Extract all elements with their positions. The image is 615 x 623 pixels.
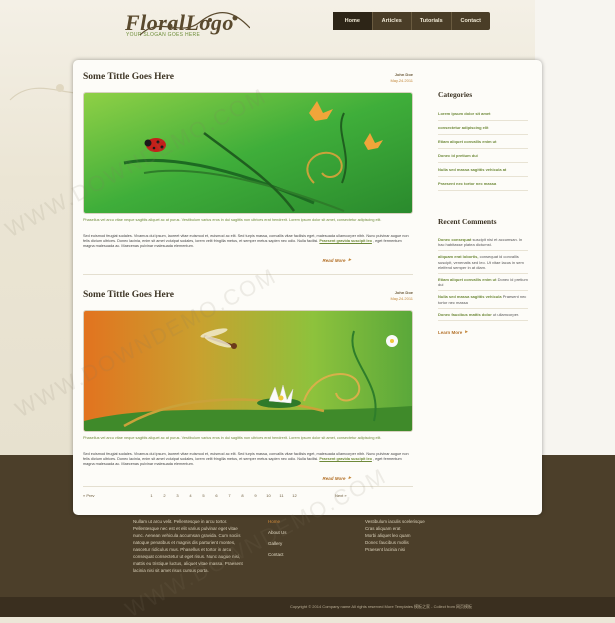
more-label: Learn More	[438, 329, 463, 335]
post-lede: Phasellus vel arcu vitae neque sagittis …	[83, 436, 382, 440]
comment-author[interactable]: Donec faucibus mattis dolor	[438, 312, 492, 317]
read-more-label: Read More	[322, 475, 346, 481]
page-link[interactable]: 3	[171, 493, 184, 498]
footer-about: Nullam ut arcu velit. Pellentesque in ar…	[133, 519, 243, 573]
category-link[interactable]: Lorem ipsum dolor sit amet	[438, 107, 528, 121]
page-link[interactable]: 1	[145, 493, 158, 498]
page-link[interactable]: 9	[249, 493, 262, 498]
copyright-text: Copyright © 2014 Company name All rights…	[290, 604, 473, 609]
page-link[interactable]: 6	[210, 493, 223, 498]
page-link[interactable]: 8	[236, 493, 249, 498]
post-body: Sed euismod feugiat sodales. Vivamus dui…	[83, 234, 411, 249]
post-meta: John Doe May.24.2011	[390, 72, 413, 84]
category-link[interactable]: consectetur adipiscing elit	[438, 121, 528, 135]
nav-home[interactable]: Home	[333, 12, 373, 30]
footer-nav: Home About Us Gallery Contact	[268, 518, 328, 562]
read-more-label: Read More	[322, 257, 346, 263]
pagination-prev[interactable]: « Prev	[83, 493, 95, 498]
comment-text: ut ullamcorper.	[492, 311, 520, 317]
more-comments-link[interactable]: Learn More ▸	[438, 329, 528, 335]
post-lede: Phasellus vel arcu vitae neque sagittis …	[83, 218, 382, 222]
page-link[interactable]: 7	[223, 493, 236, 498]
footer-links: Vestibulum iaculis scelerisque Cras aliq…	[365, 518, 455, 553]
footer-nav-contact[interactable]: Contact	[268, 551, 328, 558]
categories-list: Lorem ipsum dolor sit amet consectetur a…	[438, 107, 528, 191]
read-more-link[interactable]: Read More ▸	[322, 475, 351, 481]
arrow-right-icon: ▸	[348, 257, 351, 263]
footer-nav-about[interactable]: About Us	[268, 529, 328, 536]
page-link[interactable]: 12	[288, 493, 301, 498]
pagination-pages: 1 2 3 4 5 6 7 8 9 10 11 12	[145, 493, 301, 498]
page-link[interactable]: 10	[262, 493, 275, 498]
page-link[interactable]: 5	[197, 493, 210, 498]
pagination-next[interactable]: Next »	[335, 493, 347, 498]
post-body-link[interactable]: Praesent gravida suscipit leo	[319, 239, 372, 243]
category-link[interactable]: Nulla sed massa sagittis vehicula at	[438, 163, 528, 177]
post-body: Sed euismod feugiat sodales. Vivamus dui…	[83, 452, 411, 467]
page-background-right	[535, 0, 615, 455]
page-link[interactable]: 11	[275, 493, 288, 498]
recent-comments-heading: Recent Comments	[438, 217, 497, 226]
blog-post: Some Tittle Goes Here John Doe May.24.20…	[83, 290, 413, 490]
category-link[interactable]: Praesent nec tortor nec massa	[438, 177, 528, 191]
pagination: « Prev 1 2 3 4 5 6 7 8 9 10 11 12 Next »	[83, 493, 413, 503]
recent-comments-list: Donec consequat suscipit nisi et accumsa…	[438, 234, 528, 322]
page-link[interactable]: 4	[184, 493, 197, 498]
content-panel: Some Tittle Goes Here John Doe May.24.20…	[73, 60, 542, 515]
recent-comment: Donec faucibus mattis dolor ut ullamcorp…	[438, 309, 528, 322]
sidebar: Categories Lorem ipsum dolor sit amet co…	[438, 90, 528, 335]
page-link[interactable]: 2	[158, 493, 171, 498]
footer-link[interactable]: Donec faucibus mollis	[365, 539, 455, 546]
category-link[interactable]: Etiam aliquet convallis enim ut	[438, 135, 528, 149]
category-link[interactable]: Donec id pretium dui	[438, 149, 528, 163]
footer-link[interactable]: Praesent lacinia nisi	[365, 546, 455, 553]
categories-heading: Categories	[438, 90, 473, 99]
post-title[interactable]: Some Tittle Goes Here	[83, 290, 174, 300]
comment-author[interactable]: Etiam aliquet convallis enim ut	[438, 277, 496, 282]
footer-nav-home[interactable]: Home	[268, 518, 328, 525]
read-more-link[interactable]: Read More ▸	[322, 257, 351, 263]
recent-comment: Etiam aliquet convallis enim ut Donec id…	[438, 274, 528, 292]
post-image-dragonfly	[83, 310, 413, 432]
nav-contact[interactable]: Contact	[452, 12, 491, 30]
post-image-ladybug	[83, 92, 413, 214]
footer-link[interactable]: Vestibulum iaculis scelerisque	[365, 518, 455, 525]
recent-comment: Nulla sed massa sagittis vehicula Praese…	[438, 291, 528, 309]
footer-link[interactable]: Cras aliquam erat	[365, 525, 455, 532]
post-body-link[interactable]: Praesent gravida suscipit leo	[319, 457, 372, 461]
footer-nav-gallery[interactable]: Gallery	[268, 540, 328, 547]
post-title[interactable]: Some Tittle Goes Here	[83, 72, 174, 82]
recent-comment: Donec consequat suscipit nisi et accumsa…	[438, 234, 528, 252]
recent-comment: aliquam erat lobortis, consequat id conv…	[438, 251, 528, 275]
footer-link[interactable]: Morbi aliquet leo quam	[365, 532, 455, 539]
vine-ornament-icon	[140, 12, 250, 36]
arrow-right-icon: ▸	[348, 475, 351, 481]
main-nav: Home Articles Tutorials Contact	[333, 12, 490, 30]
post-date: May.24.2011	[390, 296, 413, 301]
blog-post: Some Tittle Goes Here John Doe May.24.20…	[83, 72, 413, 272]
post-meta: John Doe May.24.2011	[390, 290, 413, 302]
nav-tutorials[interactable]: Tutorials	[412, 12, 452, 30]
post-divider	[83, 274, 413, 275]
post-date: May.24.2011	[390, 78, 413, 83]
arrow-right-icon: ▸	[465, 329, 468, 336]
post-divider	[83, 486, 413, 487]
nav-articles[interactable]: Articles	[373, 12, 412, 30]
